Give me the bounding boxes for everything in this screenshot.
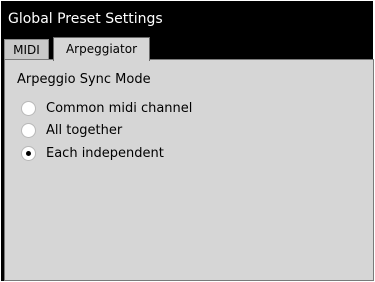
window-title: Global Preset Settings — [8, 11, 163, 27]
radio-all-together[interactable]: All together — [21, 120, 122, 140]
tab-arpeggiator[interactable]: Arpeggiator — [53, 37, 150, 61]
radio-common-midi-channel[interactable]: Common midi channel — [21, 98, 192, 118]
tab-midi[interactable]: MIDI — [4, 39, 49, 60]
tab-bar: MIDI Arpeggiator — [1, 37, 373, 61]
radio-label: Each independent — [46, 145, 164, 161]
arpeggiator-panel: Arpeggio Sync Mode Common midi channel A… — [4, 59, 374, 281]
radio-button-icon[interactable] — [21, 122, 36, 138]
radio-button-selected-icon[interactable] — [21, 145, 36, 161]
radio-button-icon[interactable] — [21, 100, 36, 116]
preset-settings-window: Global Preset Settings MIDI Arpeggiator … — [1, 1, 374, 281]
arpeggio-sync-mode-label: Arpeggio Sync Mode — [17, 72, 151, 87]
radio-label: Common midi channel — [46, 100, 193, 116]
radio-label: All together — [46, 122, 123, 138]
radio-each-independent[interactable]: Each independent — [21, 143, 164, 163]
